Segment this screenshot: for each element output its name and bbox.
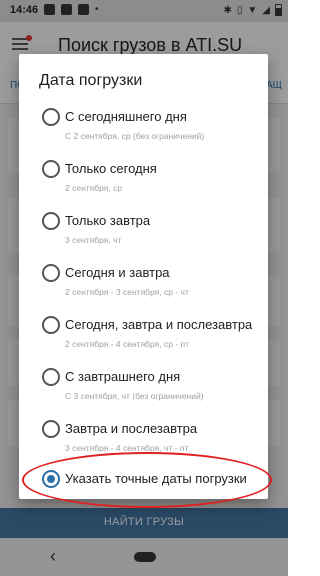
option-subtitle: С 2 сентября, ср (без ограничений) xyxy=(65,131,205,141)
option-today-only[interactable]: Только сегодня 2 сентября, ср xyxy=(19,160,268,212)
option-subtitle: 3 сентября, чт xyxy=(65,235,122,245)
option-label: Сегодня, завтра и послезавтра xyxy=(65,317,253,332)
option-subtitle: 2 сентября - 4 сентября, ср - пт xyxy=(65,339,190,349)
option-label: Только завтра xyxy=(65,213,151,228)
option-from-tomorrow[interactable]: С завтрашнего дня С 3 сентября, чт (без … xyxy=(19,368,268,420)
radio-icon[interactable] xyxy=(42,160,60,178)
option-from-today[interactable]: С сегодняшнего дня С 2 сентября, ср (без… xyxy=(19,108,268,160)
option-tomorrow-only[interactable]: Только завтра 3 сентября, чт xyxy=(19,212,268,264)
option-subtitle: С 3 сентября, чт (без ограничений) xyxy=(65,391,204,401)
radio-icon[interactable] xyxy=(42,420,60,438)
option-subtitle: 2 сентября - 3 сентября, ср - чт xyxy=(65,287,189,297)
option-label: С сегодняшнего дня xyxy=(65,109,187,124)
option-label: Сегодня и завтра xyxy=(65,265,170,280)
option-label: Только сегодня xyxy=(65,161,157,176)
option-label: Завтра и послезавтра xyxy=(65,421,198,436)
dialog-title: Дата погрузки xyxy=(39,72,143,89)
option-today-and-tomorrow[interactable]: Сегодня и завтра 2 сентября - 3 сентября… xyxy=(19,264,268,316)
radio-icon[interactable] xyxy=(42,316,60,334)
radio-icon[interactable] xyxy=(42,368,60,386)
loading-date-dialog: Дата погрузки С сегодняшнего дня С 2 сен… xyxy=(19,54,268,499)
option-subtitle: 2 сентября, ср xyxy=(65,183,123,193)
highlight-ellipse xyxy=(22,452,272,508)
option-today-tomorrow-dayafter[interactable]: Сегодня, завтра и послезавтра 2 сентября… xyxy=(19,316,268,368)
radio-icon[interactable] xyxy=(42,264,60,282)
radio-icon[interactable] xyxy=(42,212,60,230)
radio-icon[interactable] xyxy=(42,108,60,126)
option-label: С завтрашнего дня xyxy=(65,369,181,384)
